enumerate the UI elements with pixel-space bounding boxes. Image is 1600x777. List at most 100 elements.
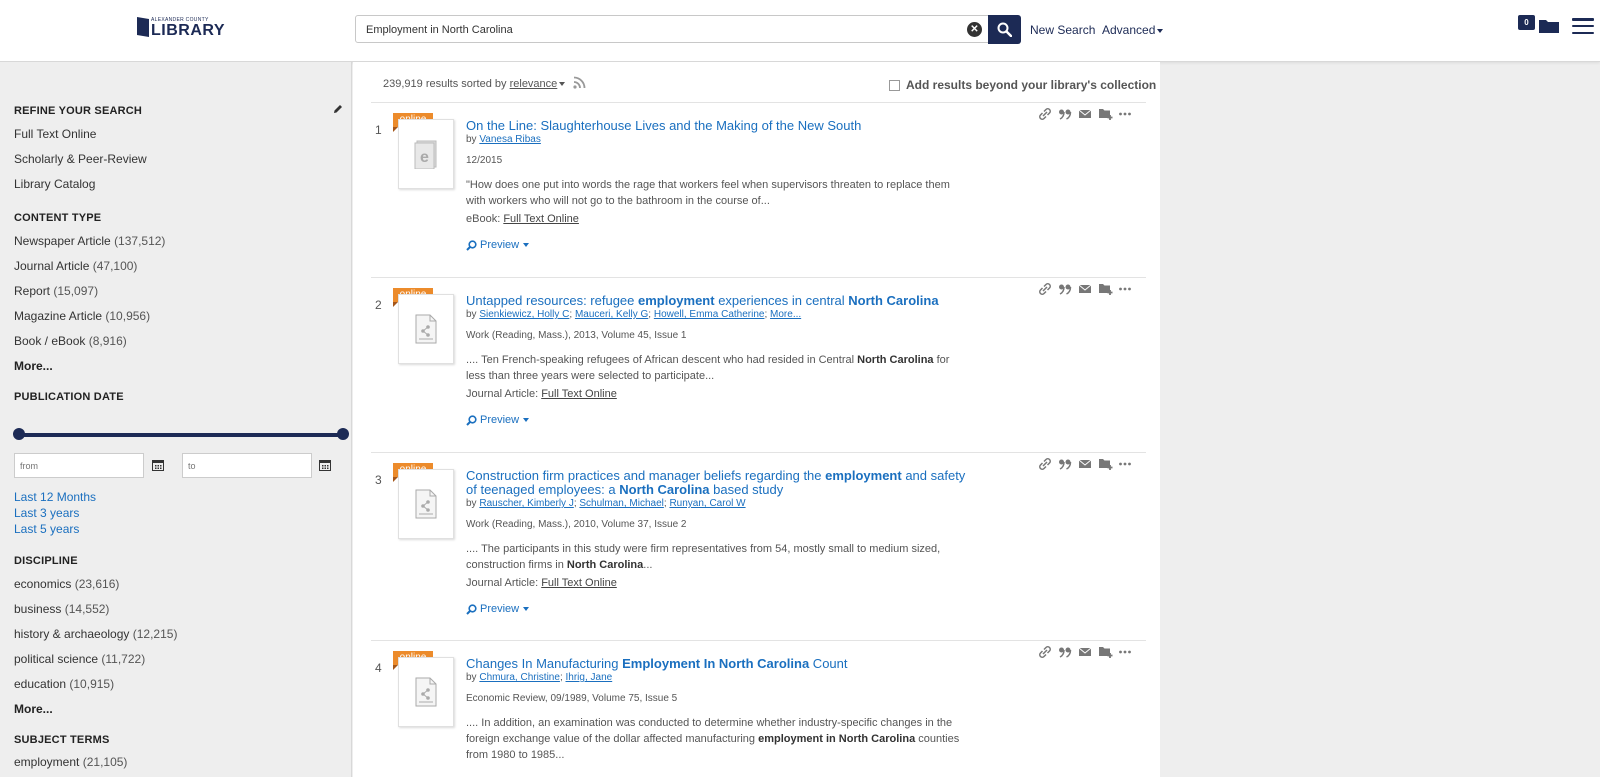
subject-term-item[interactable]: employment (21,105) (14, 755, 127, 769)
highlight-term: North Carolina (857, 354, 934, 366)
search-input[interactable] (366, 21, 946, 39)
discipline-item[interactable]: political science (11,722) (14, 652, 145, 666)
result-title-link[interactable]: On the Line: Slaughterhouse Lives and th… (466, 119, 976, 133)
author-link[interactable]: Ihrig, Jane (566, 672, 613, 683)
content-type-item[interactable]: Newspaper Article (137,512) (14, 234, 165, 248)
preview-toggle[interactable]: Preview (466, 414, 530, 426)
more-authors-link[interactable]: More... (770, 309, 801, 320)
preview-toggle[interactable]: Preview (466, 239, 530, 251)
result-title-link[interactable]: Construction firm practices and manager … (466, 469, 976, 497)
advanced-search-dropdown[interactable]: Advanced (1102, 23, 1164, 37)
calendar-icon[interactable] (319, 459, 331, 471)
result-number: 1 (375, 123, 382, 137)
zoom-icon (466, 603, 477, 615)
ebook-thumbnail[interactable]: e (398, 119, 454, 189)
article-thumbnail[interactable] (398, 469, 454, 539)
cite-icon[interactable] (1058, 458, 1072, 470)
email-icon[interactable] (1078, 458, 1092, 470)
date-link-last-3-years[interactable]: Last 3 years (14, 506, 79, 520)
add-results-checkbox[interactable] (889, 79, 900, 91)
full-text-online-link[interactable]: Full Text Online (541, 388, 617, 400)
discipline-item[interactable]: economics (23,616) (14, 577, 119, 591)
folder-icon[interactable] (1538, 18, 1560, 34)
author-link[interactable]: Runyan, Carol W (669, 498, 745, 509)
date-range-slider[interactable] (19, 433, 343, 437)
author-link[interactable]: Mauceri, Kelly G (575, 309, 648, 320)
discipline-item[interactable]: business (14,552) (14, 602, 109, 616)
link-icon[interactable] (1038, 646, 1052, 658)
add-results-beyond-collection[interactable]: Add results beyond your library's collec… (889, 78, 1156, 92)
refine-library-catalog[interactable]: Library Catalog (14, 177, 95, 191)
date-slider-start-handle[interactable] (13, 428, 25, 440)
search-button[interactable] (988, 15, 1021, 44)
link-icon[interactable] (1038, 283, 1052, 295)
hamburger-menu-icon[interactable] (1572, 18, 1594, 34)
caret-down-icon (559, 82, 566, 87)
add-to-folder-icon[interactable] (1098, 458, 1113, 470)
date-from-input[interactable] (14, 453, 144, 478)
calendar-icon[interactable] (152, 459, 164, 471)
content-type-item[interactable]: Journal Article (47,100) (14, 259, 137, 273)
clear-search-icon[interactable]: ✕ (967, 22, 982, 37)
article-thumbnail[interactable] (398, 657, 454, 727)
link-icon[interactable] (1038, 108, 1052, 120)
result-format: eBook: Full Text Online (466, 213, 579, 225)
date-slider-end-handle[interactable] (337, 428, 349, 440)
sort-dropdown[interactable]: relevance (510, 78, 558, 90)
more-options-icon[interactable] (1118, 283, 1132, 295)
rss-icon[interactable] (573, 76, 586, 89)
highlight-term: North Carolina (848, 293, 939, 308)
author-link[interactable]: Chmura, Christine (479, 672, 560, 683)
discipline-item[interactable]: education (10,915) (14, 677, 114, 691)
content-type-item[interactable]: Report (15,097) (14, 284, 98, 298)
result-title-link[interactable]: Changes In Manufacturing Employment In N… (466, 657, 976, 671)
library-logo[interactable]: ALEXANDER COUNTY LIBRARY (137, 17, 225, 39)
result-title-link[interactable]: Untapped resources: refugee employment e… (466, 294, 976, 308)
more-options-icon[interactable] (1118, 646, 1132, 658)
result-actions (1038, 646, 1132, 658)
new-search-link[interactable]: New Search (1030, 23, 1095, 37)
email-icon[interactable] (1078, 108, 1092, 120)
caret-down-icon (523, 607, 530, 611)
caret-down-icon (523, 243, 530, 247)
discipline-more-link[interactable]: More... (14, 702, 53, 716)
author-link[interactable]: Rauscher, Kimberly J (479, 498, 573, 509)
refine-full-text-online[interactable]: Full Text Online (14, 127, 96, 141)
add-to-folder-icon[interactable] (1098, 108, 1113, 120)
full-text-online-link[interactable]: Full Text Online (503, 213, 579, 225)
date-link-last-12-months[interactable]: Last 12 Months (14, 490, 96, 504)
pencil-icon[interactable] (333, 104, 343, 114)
content-type-item[interactable]: Book / eBook (8,916) (14, 334, 127, 348)
result-item: 2onlineUntapped resources: refugee emplo… (371, 277, 1146, 452)
article-thumbnail[interactable] (398, 294, 454, 364)
refine-scholarly-peer-review[interactable]: Scholarly & Peer-Review (14, 152, 147, 166)
author-link[interactable]: Sienkiewicz, Holly C (479, 309, 569, 320)
publication-date-heading: PUBLICATION DATE (14, 391, 124, 403)
add-to-folder-icon[interactable] (1098, 283, 1113, 295)
svg-text:e: e (420, 149, 429, 166)
author-link[interactable]: Howell, Emma Catherine (654, 309, 765, 320)
result-number: 3 (375, 473, 382, 487)
author-link[interactable]: Schulman, Michael (579, 498, 663, 509)
cite-icon[interactable] (1058, 646, 1072, 658)
cite-icon[interactable] (1058, 283, 1072, 295)
date-to-input[interactable] (182, 453, 312, 478)
content-type-item[interactable]: Magazine Article (10,956) (14, 309, 150, 323)
link-icon[interactable] (1038, 458, 1052, 470)
discipline-item[interactable]: history & archaeology (12,215) (14, 627, 177, 641)
email-icon[interactable] (1078, 646, 1092, 658)
full-text-online-link[interactable]: Full Text Online (541, 577, 617, 589)
email-icon[interactable] (1078, 283, 1092, 295)
more-options-icon[interactable] (1118, 458, 1132, 470)
result-actions (1038, 283, 1132, 295)
content-type-more-link[interactable]: More... (14, 359, 53, 373)
date-link-last-5-years[interactable]: Last 5 years (14, 522, 79, 536)
cite-icon[interactable] (1058, 108, 1072, 120)
top-header: ALEXANDER COUNTY LIBRARY ✕ New Search Ad… (0, 0, 1600, 62)
result-publication: Work (Reading, Mass.), 2013, Volume 45, … (466, 330, 687, 341)
author-link[interactable]: Vanesa Ribas (479, 134, 541, 145)
refine-sidebar: REFINE YOUR SEARCH Full Text Online Scho… (0, 62, 352, 777)
preview-toggle[interactable]: Preview (466, 603, 530, 615)
more-options-icon[interactable] (1118, 108, 1132, 120)
add-to-folder-icon[interactable] (1098, 646, 1113, 658)
